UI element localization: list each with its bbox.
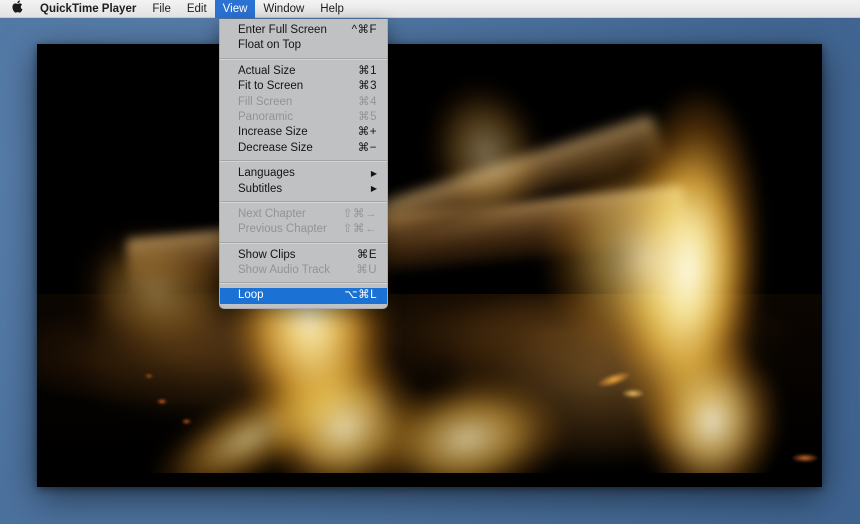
flame-center-lower [358,359,576,487]
submenu-arrow-icon: ▶ [370,184,377,194]
menubar-item-window[interactable]: Window [255,0,312,18]
menu-item-languages[interactable]: Languages ▶ [220,166,387,181]
menu-item-fit-to-screen[interactable]: Fit to Screen ⌘3 [220,79,387,94]
screen: QuickTime Player File Edit View Window H… [0,0,860,524]
menu-item-shortcut: ⌘− [357,141,377,154]
ember-spark [622,389,644,398]
menu-item-label: Show Clips [238,248,296,261]
menu-item-shortcut: ⌘U [356,264,377,277]
menu-item-next-chapter: Next Chapter ⇧⌘→ [220,207,387,222]
menu-separator [220,160,387,163]
menu-item-label: Show Audio Track [238,264,331,277]
ember-spark [145,374,153,378]
flame-left-lower [243,317,461,487]
menu-item-previous-chapter: Previous Chapter ⇧⌘← [220,222,387,237]
menu-item-loop[interactable]: Loop ⌥⌘L [220,288,387,304]
menubar-item-edit[interactable]: Edit [179,0,215,18]
video-frame[interactable] [37,44,822,487]
menu-item-subtitles[interactable]: Subtitles ▶ [220,182,387,197]
menu-item-label: Fill Screen [238,95,293,108]
menu-item-shortcut: ^⌘F [351,24,377,36]
menu-item-show-clips[interactable]: Show Clips ⌘E [220,248,387,263]
flame-right-arc [486,95,808,423]
letterbox-bottom [37,473,822,487]
menu-separator [220,200,387,203]
menu-item-decrease-size[interactable]: Decrease Size ⌘− [220,141,387,156]
letterbox-top [37,44,822,58]
menu-bar: QuickTime Player File Edit View Window H… [0,0,860,18]
menu-item-label: Increase Size [238,126,308,139]
menu-item-shortcut: ⇧⌘← [342,223,377,236]
menu-item-label: Fit to Screen [238,80,304,93]
menu-item-shortcut: ⌘5 [358,110,377,123]
ember-spark [792,454,818,462]
apple-logo-icon[interactable] [0,0,32,18]
menu-item-float-on-top[interactable]: Float on Top [220,38,387,53]
menubar-item-view[interactable]: View [214,0,256,18]
menu-item-actual-size[interactable]: Actual Size ⌘1 [220,64,387,79]
menu-item-label: Actual Size [238,64,296,77]
menu-item-shortcut: ⌘3 [358,80,377,93]
flame-top-center [398,48,566,230]
quicktime-player-window[interactable] [37,44,822,487]
menu-item-label: Next Chapter [238,207,306,220]
menu-item-label: Subtitles [238,182,283,195]
log-center [125,185,689,297]
menubar-item-help[interactable]: Help [312,0,352,18]
log-right [453,291,751,467]
submenu-arrow-icon: ▶ [370,168,377,178]
menu-item-shortcut: ⌘4 [358,95,377,108]
menubar-item-file[interactable]: File [144,0,179,18]
menu-separator [220,282,387,285]
flame-right-tall [583,73,786,485]
menu-item-label: Loop [238,289,264,302]
menu-item-fill-screen: Fill Screen ⌘4 [220,95,387,110]
menu-item-label: Panoramic [238,110,293,123]
menu-item-show-audio-track: Show Audio Track ⌘U [220,263,387,278]
menu-item-label: Languages [238,167,295,180]
ember-spark [182,419,191,424]
menu-item-label: Decrease Size [238,141,313,154]
ember-spark [157,399,167,404]
menu-item-label: Enter Full Screen [238,24,327,36]
menu-item-shortcut: ⌘+ [357,126,377,139]
menu-item-shortcut: ⇧⌘→ [342,207,377,220]
menubar-item-quicktime-player[interactable]: QuickTime Player [32,0,144,18]
menu-item-label: Previous Chapter [238,223,327,236]
menu-item-shortcut: ⌘1 [358,64,377,77]
flame-bottom-left [121,340,373,487]
view-dropdown-menu[interactable]: Enter Full Screen ^⌘F Float on Top Actual S… [219,19,388,309]
menu-item-enter-full-screen[interactable]: Enter Full Screen ^⌘F [220,23,387,38]
menu-item-panoramic: Panoramic ⌘5 [220,110,387,125]
menu-separator [220,57,387,60]
menu-item-increase-size[interactable]: Increase Size ⌘+ [220,125,387,140]
flame-right-lower [624,323,800,487]
ember-bed [37,294,822,487]
menu-separator [220,241,387,244]
menu-item-label: Float on Top [238,39,302,52]
ember-spark [596,369,632,390]
menu-item-shortcut: ⌥⌘L [344,289,377,302]
menu-item-shortcut: ⌘E [356,248,377,261]
